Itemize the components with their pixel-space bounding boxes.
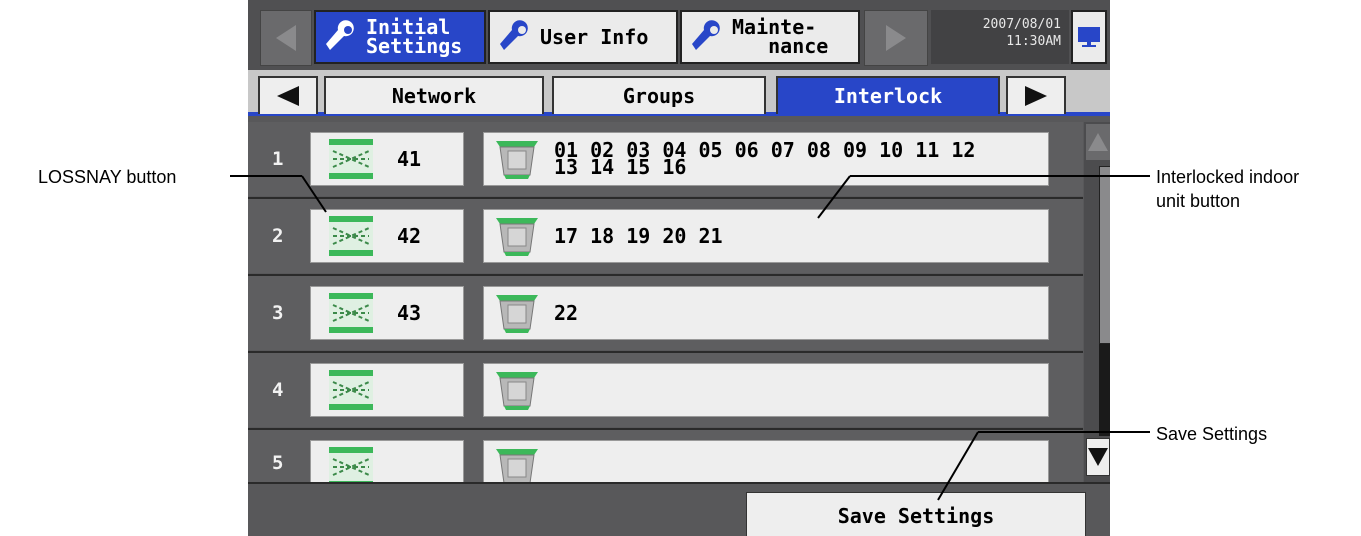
lossnay-icon (329, 447, 373, 482)
up-arrow-icon (1088, 133, 1108, 151)
callout-lossnay-button: LOSSNAY button (38, 167, 177, 187)
monitor-icon (1078, 27, 1100, 47)
time-text: 11:30AM (1006, 34, 1061, 49)
lossnay-button[interactable] (310, 440, 464, 482)
right-arrow-icon (1025, 86, 1047, 106)
lossnay-button[interactable]: 41 (310, 132, 464, 186)
down-arrow-icon (1088, 448, 1108, 466)
lossnay-icon (329, 370, 373, 410)
cassette-unit-icon (496, 141, 538, 179)
tab-groups[interactable]: Groups (552, 76, 766, 114)
row-number: 1 (272, 148, 284, 170)
cassette-unit-icon (496, 449, 538, 482)
left-arrow-icon (277, 86, 299, 106)
lossnay-button[interactable]: 42 (310, 209, 464, 263)
top-menu-bar: Initial Settings User Info Mainte- nance… (248, 0, 1110, 70)
wrench-icon (692, 20, 720, 50)
controller-screen: Initial Settings User Info Mainte- nance… (248, 0, 1110, 536)
wrench-icon (500, 20, 528, 50)
row-number: 4 (272, 379, 284, 401)
list-row-1: 1 41 01 02 03 04 05 06 07 08 09 10 11 12… (248, 122, 1083, 196)
list-row-4: 4 (248, 353, 1083, 427)
tab-network[interactable]: Network (324, 76, 544, 114)
unit-address-list: 22 (554, 300, 579, 325)
list-row-5: 5 (248, 430, 1083, 482)
row-number: 5 (272, 452, 284, 474)
monitor-button[interactable] (1071, 10, 1107, 64)
row-number: 2 (272, 225, 284, 247)
lossnay-address: 41 (397, 147, 422, 171)
tab-initial-settings[interactable]: Initial Settings (314, 10, 486, 64)
unit-address-list: 01 02 03 04 05 06 07 08 09 10 11 12 13 1… (554, 138, 976, 179)
scrollbar-thumb[interactable] (1099, 166, 1110, 344)
callout-interlocked-unit: Interlocked indoor unit button (1156, 165, 1299, 213)
lossnay-icon (329, 139, 373, 179)
sub-tab-bar: Network Groups Interlock (248, 70, 1110, 116)
subtab-prev-button[interactable] (258, 76, 318, 114)
tab-user-info-label: User Info (540, 24, 649, 49)
save-settings-button[interactable]: Save Settings (746, 492, 1086, 536)
interlocked-unit-button[interactable] (483, 363, 1049, 417)
menu-prev-button[interactable] (260, 10, 312, 66)
tab-initial-settings-label: Initial Settings (366, 15, 463, 58)
scrollbar-lower-track (1099, 344, 1110, 436)
cassette-unit-icon (496, 295, 538, 333)
tab-interlock[interactable]: Interlock (776, 76, 1000, 114)
right-arrow-icon (886, 25, 906, 51)
date-time-display: 2007/08/01 11:30AM (931, 10, 1069, 64)
interlocked-unit-button[interactable]: 22 (483, 286, 1049, 340)
row-number: 3 (272, 302, 284, 324)
lossnay-button[interactable]: 43 (310, 286, 464, 340)
callout-interlocked-line1: Interlocked indoor (1156, 167, 1300, 187)
lossnay-button[interactable] (310, 363, 464, 417)
interlocked-unit-button[interactable]: 01 02 03 04 05 06 07 08 09 10 11 12 13 1… (483, 132, 1049, 186)
interlocked-unit-button[interactable]: 17 18 19 20 21 (483, 209, 1049, 263)
unit-address-list: 17 18 19 20 21 (554, 223, 723, 248)
menu-next-button[interactable] (864, 10, 928, 66)
tab-user-info[interactable]: User Info (488, 10, 678, 64)
interlocked-unit-button[interactable] (483, 440, 1049, 482)
lossnay-icon (329, 216, 373, 256)
callout-save-settings: Save Settings (1156, 424, 1268, 444)
list-row-3: 3 43 22 (248, 276, 1083, 350)
tab-maintenance[interactable]: Mainte- nance (680, 10, 860, 64)
subtab-next-button[interactable] (1006, 76, 1066, 114)
lossnay-address: 43 (397, 301, 422, 325)
wrench-icon (326, 20, 354, 50)
tab-maintenance-label: Mainte- nance (732, 15, 829, 58)
scroll-up-button[interactable] (1086, 124, 1110, 160)
lossnay-address: 42 (397, 224, 422, 248)
lossnay-icon (329, 293, 373, 333)
left-arrow-icon (276, 25, 296, 51)
cassette-unit-icon (496, 372, 538, 410)
date-text: 2007/08/01 (982, 17, 1061, 32)
scroll-down-button[interactable] (1086, 438, 1110, 476)
list-row-2: 2 42 17 18 19 20 21 (248, 199, 1083, 273)
cassette-unit-icon (496, 218, 538, 256)
callout-interlocked-line2: unit button (1156, 191, 1241, 211)
